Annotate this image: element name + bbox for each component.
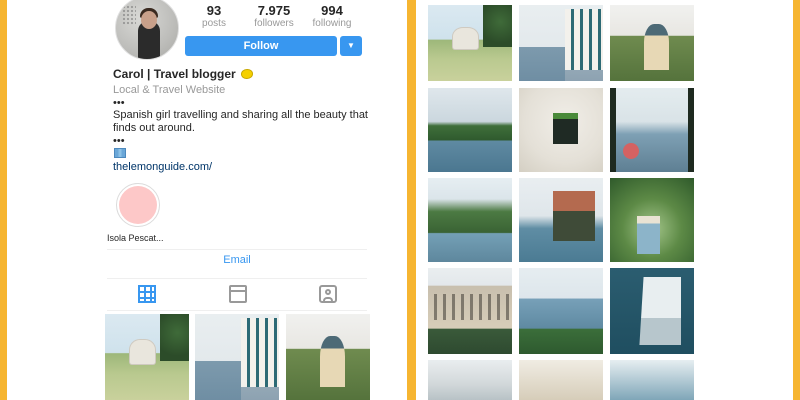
grid-photo[interactable] — [610, 178, 694, 262]
divider — [107, 249, 367, 250]
grid-photo[interactable] — [519, 178, 603, 262]
feed-icon[interactable] — [229, 285, 247, 303]
story-highlight-label: Isola Pescat... — [107, 233, 164, 243]
profile-panel: 93 posts 7.975 followers 994 following F… — [7, 0, 407, 400]
photo-grid-panel — [416, 0, 793, 400]
profile-category: Local & Travel Website — [113, 84, 226, 96]
bio-line: Spanish girl travelling and sharing all … — [113, 109, 368, 121]
avatar-face — [141, 11, 157, 29]
map-icon — [114, 148, 126, 158]
grid-photo[interactable] — [428, 88, 512, 172]
tagged-icon[interactable] — [319, 285, 337, 303]
profile-name-text: Carol | Travel blogger — [113, 67, 236, 81]
grid-photo[interactable] — [195, 314, 279, 400]
bio-line: ••• — [113, 135, 125, 147]
grid-photo[interactable] — [519, 5, 603, 81]
divider — [107, 278, 367, 279]
avatar[interactable] — [115, 0, 179, 60]
grid-photo[interactable] — [610, 268, 694, 354]
stat-following-label: following — [312, 18, 352, 29]
lemon-icon — [241, 69, 254, 79]
grid-icon[interactable] — [138, 285, 156, 303]
website-link[interactable]: thelemonguide.com/ — [113, 161, 212, 173]
grid-photo[interactable] — [519, 268, 603, 354]
grid-photo[interactable] — [428, 5, 512, 81]
grid-photo[interactable] — [286, 314, 370, 400]
grid-photo[interactable] — [105, 314, 189, 400]
grid-photo[interactable] — [428, 360, 512, 400]
grid-photo[interactable] — [610, 5, 694, 81]
suggested-dropdown-button[interactable]: ▼ — [340, 36, 362, 56]
story-highlight-cover — [119, 186, 157, 224]
divider — [107, 310, 367, 311]
grid-photo[interactable] — [428, 268, 512, 354]
grid-photo[interactable] — [519, 88, 603, 172]
follow-button[interactable]: Follow — [185, 36, 337, 56]
bio-line: finds out around. — [113, 122, 195, 134]
grid-photo[interactable] — [610, 360, 694, 400]
grid-photo[interactable] — [428, 178, 512, 262]
avatar-background-pattern — [122, 5, 136, 25]
chevron-down-icon: ▼ — [347, 41, 355, 50]
stat-following-value: 994 — [321, 3, 343, 18]
grid-photo[interactable] — [610, 88, 694, 172]
email-button[interactable]: Email — [107, 254, 367, 266]
stat-following[interactable]: 994 following — [297, 3, 367, 30]
grid-photo[interactable] — [519, 360, 603, 400]
story-highlight[interactable] — [116, 183, 160, 227]
profile-name: Carol | Travel blogger — [113, 67, 254, 81]
